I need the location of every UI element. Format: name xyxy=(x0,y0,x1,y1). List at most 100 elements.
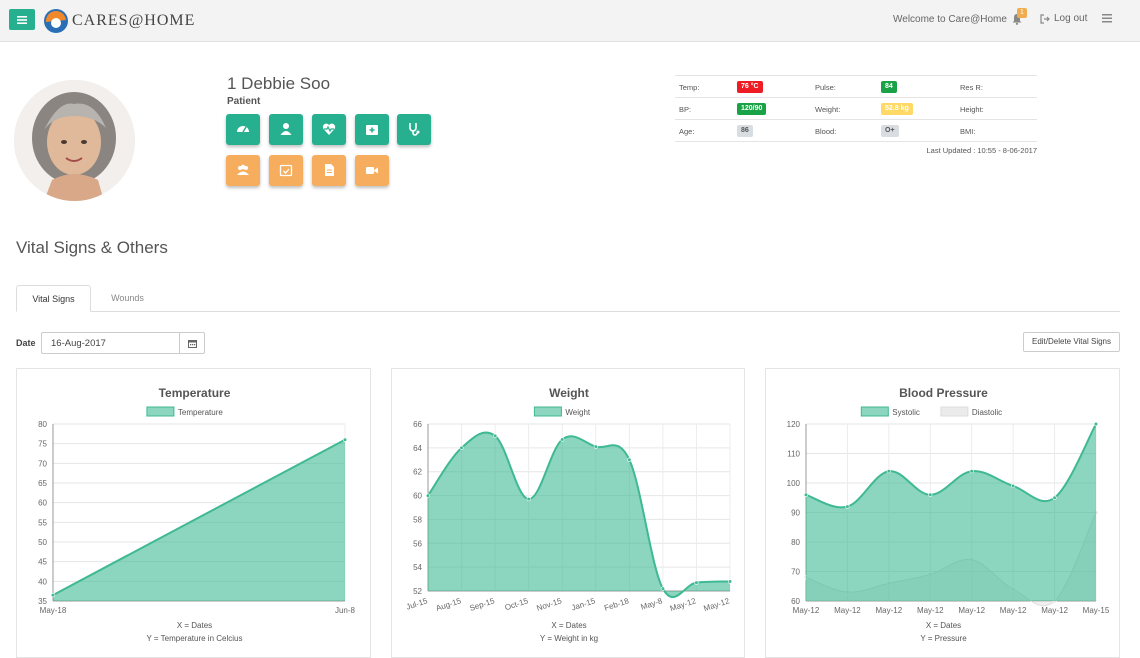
welcome-text: Welcome to Care@Home xyxy=(893,14,1007,25)
data-point-0-6 xyxy=(627,457,632,462)
y-tick-label-3: 58 xyxy=(413,515,422,524)
temp-badge: 76 °C xyxy=(737,81,763,93)
data-point-0-1 xyxy=(845,504,850,509)
blood-badge: O+ xyxy=(881,125,899,137)
profile-button[interactable] xyxy=(269,114,303,145)
y-tick-label-5: 110 xyxy=(787,450,800,459)
temperature-chart-panel: Temperature Temperature 35 40 45 50 55 60 65 70 75… xyxy=(16,368,371,658)
series-area-0 xyxy=(806,424,1096,601)
y-tick-label-2: 45 xyxy=(38,558,47,567)
date-input[interactable] xyxy=(41,332,180,354)
x-tick-label-0: May-12 xyxy=(793,606,820,615)
legend-swatch-0 xyxy=(146,406,175,417)
medical-kit-button[interactable] xyxy=(355,114,389,145)
menu-toggle-button[interactable] xyxy=(9,9,35,30)
y-tick-label-6: 120 xyxy=(787,420,801,429)
y-tick-label-2: 56 xyxy=(413,539,422,548)
legend-swatch-0 xyxy=(533,406,562,417)
pulse-label: Pulse: xyxy=(815,83,836,92)
app-logo[interactable]: CARES@HOME xyxy=(43,7,195,35)
video-icon xyxy=(366,167,378,174)
vitals-row: BP: 120/90 Weight: 52.8 kg Height: xyxy=(675,98,1037,120)
y-tick-label-6: 65 xyxy=(38,479,47,488)
x-tick-label-9: May-12 xyxy=(702,596,731,613)
y-tick-label-9: 80 xyxy=(38,420,47,429)
y-axis-caption: Y = Weight in kg xyxy=(540,634,598,643)
document-icon xyxy=(325,164,334,176)
data-point-0-8 xyxy=(694,580,699,585)
temperature-chart: Temperature Temperature 35 40 45 50 55 60 65 70 75… xyxy=(38,386,355,643)
legend-swatch-1 xyxy=(940,406,969,417)
x-axis-caption: X = Dates xyxy=(926,621,961,630)
sign-out-icon xyxy=(1040,13,1050,24)
edit-delete-vitals-button[interactable]: Edit/Delete Vital Signs xyxy=(1023,332,1120,352)
y-tick-label-0: 35 xyxy=(38,597,47,606)
patient-avatar xyxy=(14,80,135,201)
x-tick-label-5: May-12 xyxy=(1000,606,1027,615)
data-point-0-6 xyxy=(1052,495,1057,500)
y-axis-caption: Y = Pressure xyxy=(920,634,967,643)
tab-wounds[interactable]: Wounds xyxy=(95,285,160,312)
tab-vital-signs[interactable]: Vital Signs xyxy=(16,285,91,312)
y-axis-caption: Y = Temperature in Celcius xyxy=(147,634,243,643)
series-area-0 xyxy=(428,432,730,598)
logout-label: Log out xyxy=(1054,13,1088,24)
date-picker-button[interactable] xyxy=(179,332,205,354)
data-point-0-7 xyxy=(660,586,665,591)
y-tick-label-1: 70 xyxy=(791,568,800,577)
y-tick-label-3: 50 xyxy=(38,538,47,547)
bp-label: BP: xyxy=(679,105,692,114)
vitals-summary-table: Temp: 76 °C Pulse: 84 Res R: BP: 120/90 … xyxy=(675,75,1037,142)
y-tick-label-6: 64 xyxy=(413,444,422,453)
resr-label: Res R: xyxy=(960,83,983,92)
data-point-0-3 xyxy=(526,497,531,502)
list-menu-icon[interactable] xyxy=(1102,14,1112,23)
hamburger-icon xyxy=(17,16,27,24)
y-tick-label-4: 55 xyxy=(38,518,47,527)
x-tick-label-2: Sep-15 xyxy=(468,596,496,613)
y-tick-label-5: 62 xyxy=(413,468,422,477)
logout-link[interactable]: Log out xyxy=(1040,13,1087,24)
x-tick-label-4: Nov-15 xyxy=(536,596,564,613)
vitals-row: Temp: 76 °C Pulse: 84 Res R: xyxy=(675,76,1037,98)
data-point-0-5 xyxy=(593,444,598,449)
notification-badge: 1 xyxy=(1017,8,1027,18)
patient-role: Patient xyxy=(227,96,261,107)
x-tick-label-6: May-12 xyxy=(1041,606,1068,615)
x-axis-caption: X = Dates xyxy=(551,621,586,630)
x-tick-label-4: May-12 xyxy=(958,606,985,615)
weight-badge: 52.8 kg xyxy=(881,103,913,115)
calendar-icon xyxy=(188,340,197,348)
data-point-0-1 xyxy=(342,437,348,442)
height-label: Height: xyxy=(960,105,984,114)
chart-title: Blood Pressure xyxy=(899,386,988,400)
dashboard-button[interactable] xyxy=(226,114,260,145)
pulse-badge: 84 xyxy=(881,81,897,93)
y-tick-label-8: 75 xyxy=(38,440,47,449)
legend-label-1: Diastolic xyxy=(972,408,1002,417)
weight-label: Weight: xyxy=(815,105,841,114)
logo-mark-icon xyxy=(44,9,68,33)
appointments-button[interactable] xyxy=(269,155,303,186)
y-tick-label-7: 70 xyxy=(38,459,47,468)
y-tick-label-0: 52 xyxy=(413,587,422,596)
vitals-button[interactable] xyxy=(312,114,346,145)
documents-button[interactable] xyxy=(312,155,346,186)
y-tick-label-5: 60 xyxy=(38,499,47,508)
caregivers-button[interactable] xyxy=(226,155,260,186)
date-label: Date xyxy=(16,338,36,348)
x-tick-label-3: May-12 xyxy=(917,606,944,615)
x-tick-label-1: May-12 xyxy=(834,606,861,615)
data-point-0-4 xyxy=(560,437,565,442)
weight-chart: Weight Weight 52 54 56 58 60 62 64 66 Jul-15 Aug-15… xyxy=(405,386,733,643)
video-call-button[interactable] xyxy=(355,155,389,186)
heartbeat-icon xyxy=(322,123,336,135)
data-point-0-2 xyxy=(886,469,891,474)
blood-pressure-chart-panel: Blood Pressure Systolic Diastolic 60 70 80 90 1… xyxy=(765,368,1120,658)
age-label: Age: xyxy=(679,127,695,136)
data-point-0-9 xyxy=(727,579,733,584)
temp-label: Temp: xyxy=(679,83,700,92)
data-point-0-5 xyxy=(1011,483,1016,489)
x-axis-caption: X = Dates xyxy=(177,621,212,630)
doctor-button[interactable] xyxy=(397,114,431,145)
